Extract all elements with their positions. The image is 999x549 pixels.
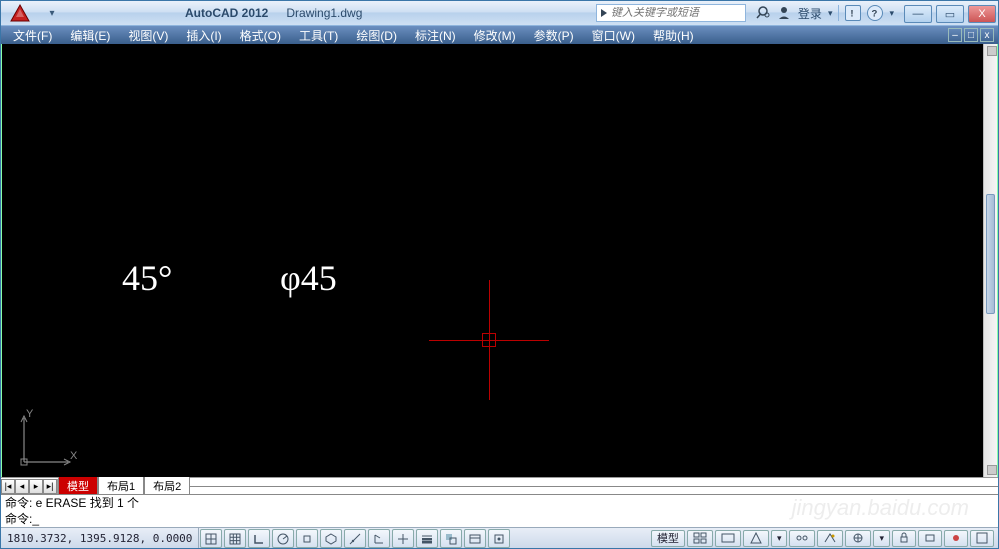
close-button[interactable]: X [968,5,996,23]
tab-nav-last-icon[interactable]: ▸| [43,479,57,494]
menu-edit[interactable]: 编辑(E) [62,26,118,45]
ortho-button[interactable] [248,529,270,548]
user-icon[interactable] [776,5,792,21]
svg-text:?: ? [872,9,878,20]
menu-window[interactable]: 窗口(W) [584,26,643,45]
doc-close-button[interactable]: x [980,28,994,42]
menu-help[interactable]: 帮助(H) [645,26,702,45]
annoauto-icon[interactable] [817,530,843,547]
menu-view[interactable]: 视图(V) [120,26,176,45]
menu-insert[interactable]: 插入(I) [178,26,229,45]
qp-button[interactable] [464,529,486,548]
workspace-icon[interactable] [845,530,871,547]
dyn-button[interactable] [392,529,414,548]
login-label[interactable]: 登录 [798,5,822,22]
app-logo[interactable] [1,1,39,26]
document-name: Drawing1.dwg [286,6,362,20]
tab-nav-first-icon[interactable]: |◂ [1,479,15,494]
polar-button[interactable] [272,529,294,548]
search-icon[interactable] [754,5,770,21]
menu-file[interactable]: 文件(F) [5,26,60,45]
ws-dropdown[interactable]: ▾ [873,530,890,547]
coordinate-readout[interactable]: 1810.3732, 1395.9128, 0.0000 [1,528,199,548]
lineweight-button[interactable] [416,529,438,548]
help-search[interactable] [596,4,746,22]
app-name: AutoCAD 2012 [185,6,268,20]
annoscale-dropdown[interactable]: ▾ [771,530,788,547]
sc-button[interactable] [488,529,510,548]
command-prompt[interactable]: 命令: [5,511,994,527]
modelspace-button[interactable]: 模型 [651,530,685,547]
doc-restore-button[interactable]: □ [964,28,978,42]
menu-param[interactable]: 参数(P) [526,26,582,45]
canvas-text-angle: 45° [122,257,172,299]
command-history-line: 命令: e ERASE 找到 1 个 [5,495,994,511]
doc-minimize-button[interactable]: – [948,28,962,42]
layout-tab-bar: |◂ ◂ ▸ ▸| 模型 布局1 布局2 [1,477,998,494]
quickview-layouts-icon[interactable] [687,530,713,547]
play-icon [601,9,607,17]
grid-button[interactable] [224,529,246,548]
minimize-button[interactable]: — [904,5,932,23]
menu-format[interactable]: 格式(O) [232,26,289,45]
menu-modify[interactable]: 修改(M) [466,26,524,45]
scrollbar-thumb[interactable] [986,194,995,314]
ducs-button[interactable] [368,529,390,548]
tab-layout1[interactable]: 布局1 [98,477,144,496]
tab-nav-next-icon[interactable]: ▸ [29,479,43,494]
help-icon[interactable]: ? [867,5,883,21]
annovis-icon[interactable] [789,530,815,547]
ucs-icon: Y X [18,412,78,467]
annoscale-icon[interactable] [743,530,769,547]
menu-tools[interactable]: 工具(T) [291,26,346,45]
otrack-button[interactable] [344,529,366,548]
canvas-text-diameter: φ45 [280,257,337,299]
qat-dropdown-icon[interactable]: ▾ [45,6,59,20]
osnap-button[interactable] [296,529,318,548]
tab-model[interactable]: 模型 [58,477,98,496]
vertical-scrollbar[interactable] [983,44,997,477]
tab-nav-prev-icon[interactable]: ◂ [15,479,29,494]
command-line[interactable]: 命令: e ERASE 找到 1 个 命令: [1,494,998,527]
snap-button[interactable] [200,529,222,548]
svg-text:!: ! [851,9,854,20]
title-bar: ▾ AutoCAD 2012 Drawing1.dwg 登录 ▾ ! ? ▾ —… [1,1,998,26]
search-input[interactable] [611,7,731,19]
tab-layout2[interactable]: 布局2 [144,477,190,496]
cleanscreen-icon[interactable] [970,530,994,547]
quickview-drawings-icon[interactable] [715,530,741,547]
isolate-icon[interactable] [944,530,968,547]
hardware-accel-icon[interactable] [918,530,942,547]
maximize-button[interactable]: ▭ [936,5,964,23]
status-bar: 1810.3732, 1395.9128, 0.0000 模型 ▾ [1,527,998,548]
menu-bar: 文件(F) 编辑(E) 视图(V) 插入(I) 格式(O) 工具(T) 绘图(D… [1,26,998,44]
toolbar-lock-icon[interactable] [892,530,916,547]
exchange-icon[interactable]: ! [845,5,861,21]
transparency-button[interactable] [440,529,462,548]
menu-draw[interactable]: 绘图(D) [348,26,405,45]
quick-access-toolbar: ▾ [39,6,65,20]
osnap3d-button[interactable] [320,529,342,548]
drawing-canvas[interactable]: 45° φ45 Y X [1,44,998,477]
menu-dim[interactable]: 标注(N) [407,26,464,45]
